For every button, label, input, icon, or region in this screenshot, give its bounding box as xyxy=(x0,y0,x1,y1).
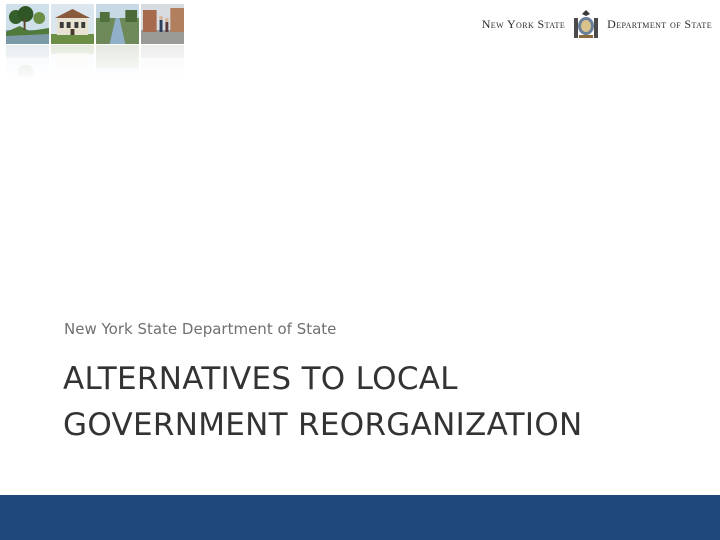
logo-state-text: New York State xyxy=(481,16,566,31)
header-photo-reflection xyxy=(6,45,184,81)
slide-title: ALTERNATIVES TO LOCAL GOVERNMENT REORGAN… xyxy=(63,356,703,448)
canal-photo-reflection xyxy=(96,45,139,81)
lakeside-trees-photo-reflection xyxy=(6,45,49,81)
department-logo: New York State Department of State xyxy=(482,8,712,40)
canal-photo xyxy=(96,4,139,44)
town-hall-photo-reflection xyxy=(51,45,94,81)
footer-bar xyxy=(0,495,720,540)
main-street-photo-reflection xyxy=(141,45,184,81)
slide-title-line-2: GOVERNMENT REORGANIZATION xyxy=(63,407,583,443)
slide-title-line-1: ALTERNATIVES TO LOCAL xyxy=(63,361,458,397)
nys-seal-icon xyxy=(571,8,601,40)
logo-department-text: Department of State xyxy=(607,16,712,31)
slide-subtitle: New York State Department of State xyxy=(64,320,337,338)
town-hall-photo xyxy=(51,4,94,44)
header-photo-strip xyxy=(6,4,184,44)
main-street-photo xyxy=(141,4,184,44)
lakeside-trees-photo xyxy=(6,4,49,44)
